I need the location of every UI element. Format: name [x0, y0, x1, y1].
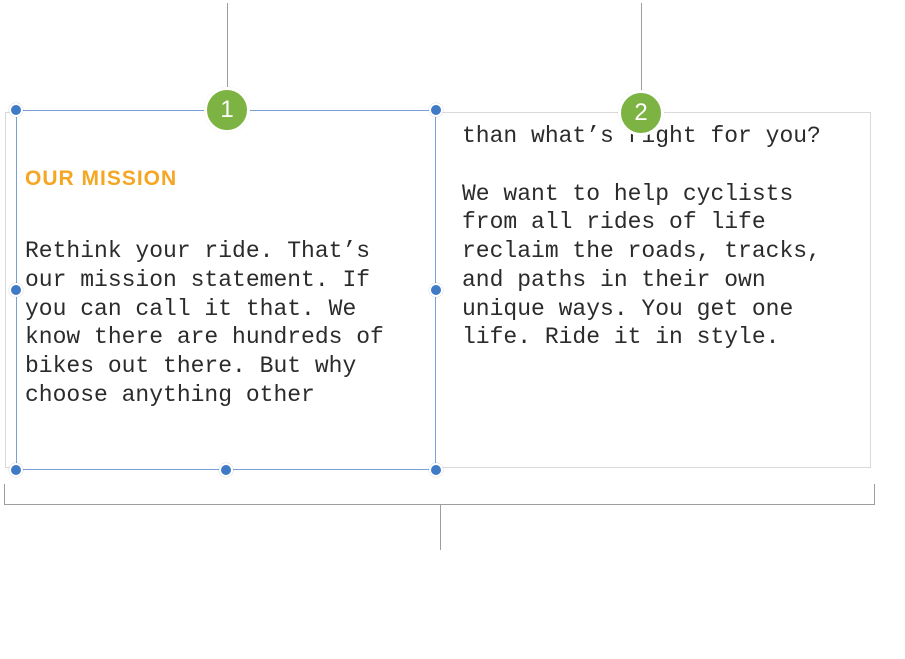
resize-handle-middle-left[interactable]: [9, 283, 23, 297]
linked-text-box-1-body: Rethink your ride. That’s our mission st…: [25, 237, 417, 410]
linked-text-box-2[interactable]: than what’s right for you? We want to he…: [452, 118, 864, 458]
resize-handle-bottom-middle[interactable]: [219, 463, 233, 477]
bracket-right-tick: [874, 484, 875, 504]
bracket-center-stem: [440, 504, 441, 550]
resize-handle-top-right[interactable]: [429, 103, 443, 117]
resize-handle-middle-right[interactable]: [429, 283, 443, 297]
bracket-left-tick: [4, 484, 5, 504]
linked-text-box-1[interactable]: OUR MISSION Rethink your ride. That’s ou…: [16, 110, 436, 470]
linked-text-box-1-heading: OUR MISSION: [25, 167, 417, 191]
resize-handle-top-left[interactable]: [9, 103, 23, 117]
diagram-stage: than what’s right for you? We want to he…: [0, 0, 905, 659]
linked-text-box-2-body: than what’s right for you? We want to he…: [462, 122, 854, 352]
callout-badge-1: 1: [204, 87, 250, 133]
callout-badge-2: 2: [618, 90, 664, 136]
bottom-bracket: [4, 484, 875, 516]
resize-handle-bottom-left[interactable]: [9, 463, 23, 477]
resize-handle-bottom-right[interactable]: [429, 463, 443, 477]
